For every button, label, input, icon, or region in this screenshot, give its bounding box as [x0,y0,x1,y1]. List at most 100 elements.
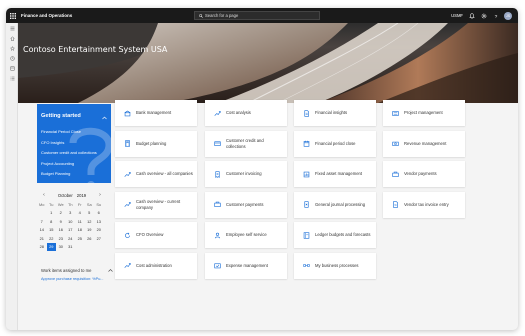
calendar-day[interactable]: 17 [66,226,76,235]
workspace-tile[interactable]: Ledger budgets and forecasts [294,222,376,248]
person-icon [210,232,224,239]
calendar-day[interactable]: 14 [37,226,47,235]
calendar-day[interactable]: 12 [85,217,95,226]
calendar-day[interactable]: 5 [85,209,95,218]
chevron-up-icon[interactable] [108,268,113,273]
calendar-day[interactable]: 30 [56,243,66,252]
calendar-day[interactable]: 26 [85,234,95,243]
workspace-tile[interactable]: CFO Overview [115,222,197,248]
ledger-icon [299,231,313,239]
avatar[interactable]: JS [504,11,512,20]
calendar-day[interactable]: 31 [66,243,76,252]
calendar-day[interactable]: 8 [47,217,57,226]
calendar-day[interactable]: 15 [47,226,57,235]
trend-icon [120,201,134,208]
gear-icon[interactable] [480,12,487,19]
calendar-day[interactable]: 20 [94,226,104,235]
calendar-day[interactable]: 24 [66,234,76,243]
tile-label: Cash overview - current company [136,199,181,210]
workspace-tile[interactable]: Project management [383,100,465,126]
getting-started-link[interactable]: Customer credit and collections [41,151,111,155]
calendar-day[interactable]: 4 [75,209,85,218]
calendar-grid: Mo Tu We Th Fr Sa Su 1 2 3 4 5 6 7 8 9 10 11 12 13 14 15 16 17 1… [37,200,107,251]
weekday-header: Th [67,201,73,207]
workspace-tile[interactable]: My business processes [294,252,376,279]
workspace-tile[interactable]: Customer invoicing [205,161,287,187]
calendar-day[interactable]: 25 [75,234,85,243]
search-input[interactable]: Search for a page [194,11,320,20]
calendar-day[interactable]: 1 [47,209,57,218]
getting-started-link[interactable]: CFO Insights [41,140,111,145]
workspaces-icon[interactable] [6,63,18,73]
tile-label: General journal processing [315,201,366,207]
workspace-tile[interactable]: Customer credit and collections [205,130,287,157]
calendar-day[interactable]: 18 [75,226,85,235]
workspace-tile[interactable]: Financial period close [294,130,376,157]
app-launcher-icon[interactable] [6,8,19,23]
calendar-day[interactable]: 16 [56,226,66,235]
workspace-tile[interactable]: Bank management [115,100,197,126]
tile-label: Cash overview - all companies [136,171,193,177]
calendar-day[interactable]: 10 [66,217,76,226]
getting-started-link[interactable]: Project Accounting [41,161,111,166]
calendar-day[interactable]: 22 [47,234,57,243]
calendar-day [85,243,95,252]
workspace-tile[interactable]: Cost analysis [205,100,287,126]
workspace-tile[interactable]: Fixed asset management [294,161,376,187]
workspace-tile[interactable]: Cash overview - all companies [115,161,197,187]
calendar-day[interactable]: 6 [94,209,104,218]
workspace-tile[interactable]: Revenue management [383,130,465,157]
calendar-day[interactable]: 27 [94,234,104,243]
calendar-day[interactable]: 21 [37,234,47,243]
getting-started-link[interactable]: Budget Planning [41,172,111,176]
weekday-header: Mo [39,201,45,207]
help-icon[interactable]: ? [492,12,499,19]
tile-label: Customer credit and collections [226,138,264,149]
calendar-day-today[interactable]: 29 [46,242,56,251]
workspace-tile[interactable]: Vendor payments [383,161,465,187]
workspace-tile[interactable]: Financial insights [294,100,376,126]
calendar-day[interactable]: 2 [56,209,66,218]
calendar-day[interactable]: 28 [37,243,47,252]
calendar-day[interactable]: 19 [85,226,95,235]
workspace-tile[interactable]: Employee self service [205,222,287,248]
bell-icon[interactable] [468,12,475,19]
trend-icon [120,262,134,269]
workspace-tile[interactable]: Budget planning [115,130,197,157]
workspace-tile[interactable]: Cash overview - current company [115,191,197,218]
modules-list-icon[interactable] [6,73,18,83]
calendar-month[interactable]: October [58,193,73,198]
company-picker[interactable]: USMF [451,13,463,18]
workspace-tile[interactable]: General journal processing [294,191,376,218]
calculator-icon [120,140,134,147]
tile-label: Project management [404,110,443,116]
getting-started-link[interactable]: Financial Period Close [41,130,111,134]
calendar-day[interactable]: 13 [94,217,104,226]
next-month-button[interactable]: › [97,192,103,198]
calendar-day[interactable]: 23 [56,234,66,243]
asset-icon [299,171,313,178]
tile-label: Fixed asset management [315,171,363,177]
calendar-day[interactable]: 9 [56,217,66,226]
calendar-day[interactable]: 3 [66,209,76,218]
calendar-year[interactable]: 2019 [77,193,86,198]
hero-background-image [18,23,518,103]
workspace-tile[interactable]: Expense management [205,252,287,279]
home-icon[interactable] [6,33,18,43]
calendar-day[interactable]: 11 [75,217,85,226]
workspace-tile[interactable]: Customer payments [205,191,287,218]
tile-label: Employee self service [226,232,267,238]
work-item-link[interactable]: Approve purchase requisition: %Pu... [41,277,113,281]
calendar-day[interactable]: 7 [37,217,47,226]
hamburger-menu-icon[interactable] [6,23,18,33]
favorites-star-icon[interactable] [6,43,18,53]
recent-clock-icon[interactable] [6,53,18,63]
previous-month-button[interactable]: ‹ [41,192,47,198]
workspace-tile[interactable]: Cost administration [115,252,197,279]
bank-icon [120,110,134,117]
workspace-tile[interactable]: % Vendor tax invoice entry [383,191,465,218]
calendar-day [94,243,104,252]
weekday-header: We [57,201,64,207]
document-icon [299,109,313,117]
calendar-icon [299,140,313,147]
